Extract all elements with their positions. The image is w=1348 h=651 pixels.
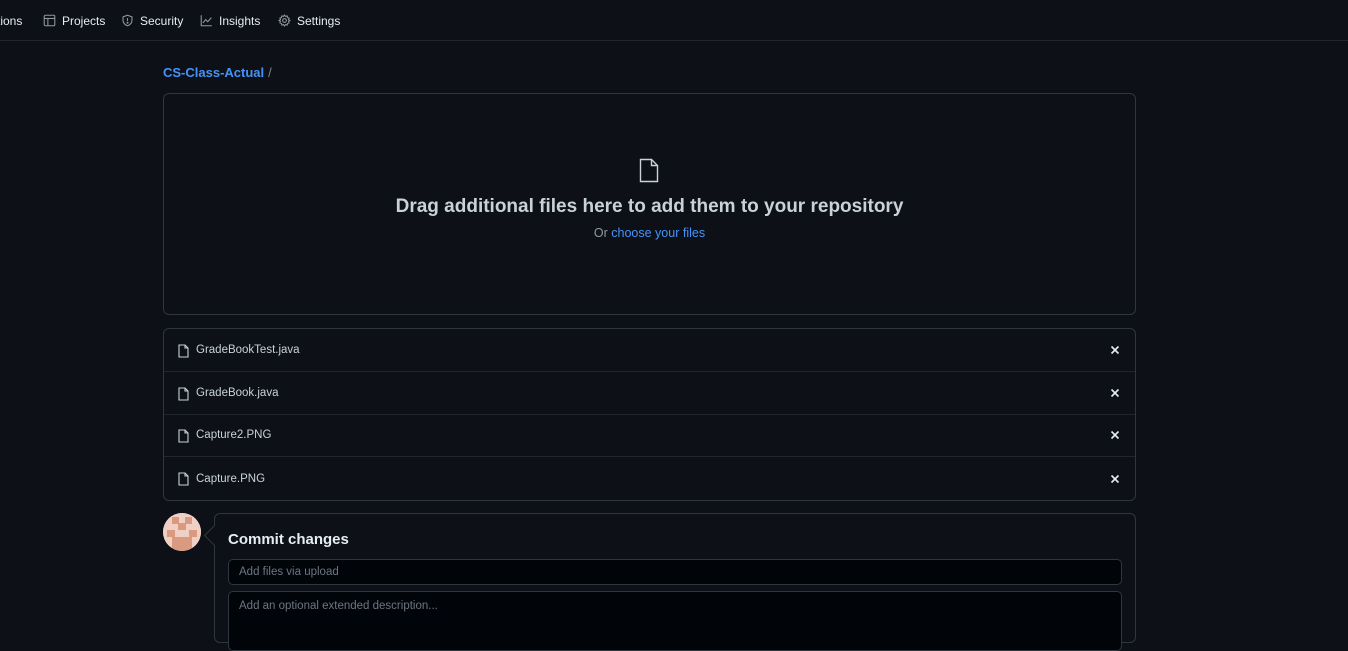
file-icon	[178, 344, 189, 358]
repo-nav: tions Projects Security Insights Setting…	[0, 0, 1348, 41]
nav-item-actions[interactable]: tions	[0, 0, 22, 41]
nav-item-label: Settings	[297, 13, 341, 28]
close-icon[interactable]	[1109, 387, 1121, 399]
gear-icon	[278, 14, 291, 27]
file-icon	[178, 429, 189, 443]
file-row: Capture2.PNG	[164, 414, 1135, 457]
file-name: Capture2.PNG	[196, 429, 272, 441]
file-icon	[639, 158, 659, 183]
close-icon[interactable]	[1109, 344, 1121, 356]
nav-item-settings[interactable]: Settings	[278, 0, 340, 41]
shield-icon	[122, 14, 133, 27]
commit-form: Commit changes	[214, 513, 1136, 651]
commit-summary-input[interactable]	[228, 559, 1122, 585]
file-name: GradeBookTest.java	[196, 344, 300, 356]
commit-description-input[interactable]	[228, 591, 1122, 651]
identicon-icon	[163, 513, 201, 551]
close-icon[interactable]	[1109, 473, 1121, 485]
nav-item-security[interactable]: Security	[121, 0, 183, 41]
file-row: GradeBook.java	[164, 372, 1135, 415]
choose-files-link[interactable]: choose your files	[611, 226, 705, 240]
graph-icon	[200, 15, 212, 27]
dropzone-title: Drag additional files here to add them t…	[395, 196, 904, 217]
nav-item-label: tions	[0, 13, 23, 28]
file-dropzone[interactable]: Drag additional files here to add them t…	[163, 93, 1136, 315]
avatar[interactable]	[163, 513, 201, 551]
file-row: Capture.PNG	[164, 457, 1135, 500]
file-icon	[178, 387, 189, 401]
breadcrumb-separator: /	[268, 64, 272, 80]
breadcrumb: CS-Class-Actual /	[163, 63, 272, 81]
dropzone-subtitle: Or choose your files	[164, 226, 1135, 240]
repo-link[interactable]: CS-Class-Actual	[163, 65, 264, 80]
dropzone-prefix: Or	[593, 226, 608, 240]
nav-item-label: Insights	[219, 13, 261, 28]
nav-item-label: Projects	[62, 13, 106, 28]
file-icon	[178, 472, 189, 486]
nav-item-insights[interactable]: Insights	[200, 0, 260, 41]
file-row: GradeBookTest.java	[164, 329, 1135, 372]
uploaded-files-list: GradeBookTest.java GradeBook.java Captur…	[163, 328, 1136, 501]
file-name: Capture.PNG	[196, 472, 266, 485]
nav-item-projects[interactable]: Projects	[43, 0, 105, 41]
close-icon[interactable]	[1109, 429, 1121, 441]
table-icon	[43, 14, 56, 27]
file-name: GradeBook.java	[196, 387, 279, 399]
nav-item-label: Security	[140, 13, 184, 28]
commit-title: Commit changes	[228, 531, 349, 548]
